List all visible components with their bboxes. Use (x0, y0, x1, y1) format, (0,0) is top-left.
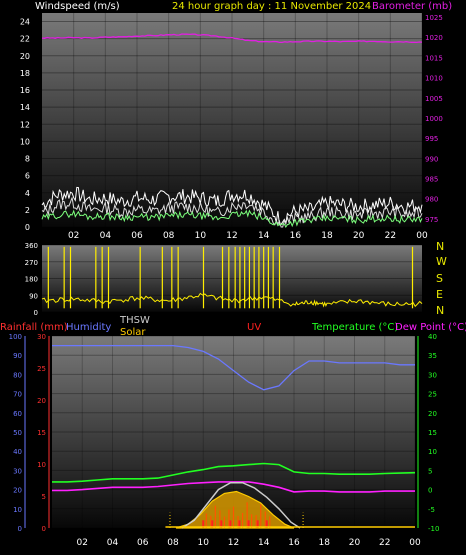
wind-tick-label: 0 (25, 223, 30, 232)
windspeed-axis-title: Windspeed (m/s) (35, 1, 120, 12)
barometer-tick-label: 1015 (425, 54, 443, 62)
wind-x-tick-label: 00 (416, 231, 428, 241)
compass-label-s: S (436, 272, 443, 285)
temperature-tick-label: -5 (428, 506, 435, 514)
temperature-tick-label: 15 (428, 429, 437, 437)
rain-tick-label: 0 (42, 525, 46, 533)
direction-tick-label: 360 (25, 242, 38, 250)
weather-x-tick-label: 08 (167, 538, 179, 548)
humidity-tick-label: 70 (13, 391, 22, 399)
rain-tick-label: 25 (37, 365, 46, 373)
barometer-tick-label: 1005 (425, 95, 443, 103)
barometer-axis-title: Barometer (mb) (372, 1, 452, 12)
temperature-tick-label: 40 (428, 333, 437, 341)
humidity-tick-label: 40 (13, 448, 22, 456)
humidity-tick-label: 0 (18, 525, 22, 533)
graph-title: 24 hour graph day : 11 November 2024 (172, 1, 371, 12)
wind-x-tick-label: 12 (226, 231, 237, 241)
weather-x-tick-label: 22 (379, 538, 390, 548)
wind-tick-label: 12 (20, 120, 30, 129)
humidity-tick-label: 100 (9, 333, 22, 341)
wind-x-tick-label: 16 (290, 231, 302, 241)
direction-tick-label: 180 (25, 276, 38, 284)
weather-graph: Windspeed (m/s) 24 hour graph day : 11 N… (0, 1, 466, 548)
legend-humidity: Humidity (66, 322, 111, 333)
temperature-tick-label: 35 (428, 352, 437, 360)
legend-solar: Solar (120, 327, 146, 338)
rain-tick-label: 5 (42, 493, 46, 501)
humidity-tick-label: 90 (13, 352, 22, 360)
temperature-tick-label: 0 (428, 487, 432, 495)
wind-tick-label: 14 (20, 103, 30, 112)
wind-tick-label: 18 (20, 69, 30, 78)
direction-tick-label: 90 (29, 292, 38, 300)
legend-temperature: Temperature (°C) (311, 322, 398, 333)
humidity-tick-label: 50 (13, 429, 22, 437)
barometer-tick-label: 1000 (425, 115, 443, 123)
wind-x-tick-label: 14 (258, 231, 270, 241)
barometer-tick-label: 990 (425, 155, 438, 163)
humidity-tick-label: 20 (13, 487, 22, 495)
weather-x-tick-label: 20 (349, 538, 361, 548)
barometer-tick-label: 980 (425, 196, 438, 204)
wind-tick-label: 22 (20, 35, 30, 44)
weather-x-tick-label: 10 (198, 538, 210, 548)
weather-x-tick-label: 16 (288, 538, 300, 548)
compass-label-n-bottom: N (436, 304, 444, 317)
compass-label-e: E (436, 288, 443, 301)
humidity-tick-label: 80 (13, 371, 22, 379)
barometer-tick-label: 985 (425, 176, 438, 184)
humidity-tick-label: 10 (13, 506, 22, 514)
rain-tick-label: 15 (37, 429, 46, 437)
wind-x-tick-label: 04 (100, 231, 112, 241)
barometer-tick-label: 1020 (425, 34, 443, 42)
weather-x-tick-label: 12 (228, 538, 239, 548)
rain-tick-label: 20 (37, 397, 46, 405)
temperature-tick-label: 30 (428, 371, 437, 379)
weather-x-tick-label: 14 (258, 538, 270, 548)
wind-x-tick-label: 18 (321, 231, 333, 241)
wind-tick-label: 20 (20, 52, 30, 61)
wind-x-tick-label: 22 (385, 231, 396, 241)
rain-tick-label: 10 (37, 461, 46, 469)
humidity-tick-label: 30 (13, 467, 22, 475)
wind-tick-label: 8 (25, 155, 30, 164)
barometer-tick-label: 975 (425, 216, 438, 224)
temperature-tick-label: 10 (428, 448, 437, 456)
wind-tick-label: 10 (20, 137, 30, 146)
legend-rainfall: Rainfall (mm) (0, 322, 68, 333)
barometer-tick-label: 995 (425, 135, 438, 143)
compass-label-w: W (436, 255, 447, 268)
barometer-tick-label: 1010 (425, 75, 443, 83)
weather-x-tick-label: 04 (107, 538, 119, 548)
weather-x-tick-label: 18 (319, 538, 331, 548)
wind-tick-label: 16 (20, 86, 30, 95)
direction-tick-label: 0 (34, 309, 38, 317)
wind-x-tick-label: 02 (68, 231, 79, 241)
temperature-tick-label: 25 (428, 391, 437, 399)
legend-thsw: THSW (119, 315, 150, 326)
weather-x-tick-label: 02 (77, 538, 88, 548)
barometer-tick-label: 1025 (425, 14, 443, 22)
wind-tick-label: 6 (25, 172, 30, 181)
wind-tick-label: 24 (20, 18, 30, 27)
wind-x-tick-label: 06 (131, 231, 143, 241)
temperature-tick-label: 5 (428, 467, 432, 475)
legend-dew-point: Dew Point (°C) (395, 322, 466, 333)
wind-tick-label: 4 (25, 189, 30, 198)
wind-tick-label: 2 (25, 206, 30, 215)
wind-x-tick-label: 20 (353, 231, 365, 241)
wind-x-tick-label: 08 (163, 231, 175, 241)
weather-x-tick-label: 06 (137, 538, 149, 548)
rain-tick-label: 30 (37, 333, 46, 341)
temperature-tick-label: 20 (428, 410, 437, 418)
wind-x-tick-label: 10 (195, 231, 207, 241)
temperature-tick-label: -10 (428, 525, 439, 533)
humidity-tick-label: 60 (13, 410, 22, 418)
compass-label-n-top: N (436, 240, 444, 253)
weather-x-tick-label: 00 (409, 538, 421, 548)
direction-tick-label: 270 (25, 259, 38, 267)
legend-uv: UV (247, 322, 261, 333)
